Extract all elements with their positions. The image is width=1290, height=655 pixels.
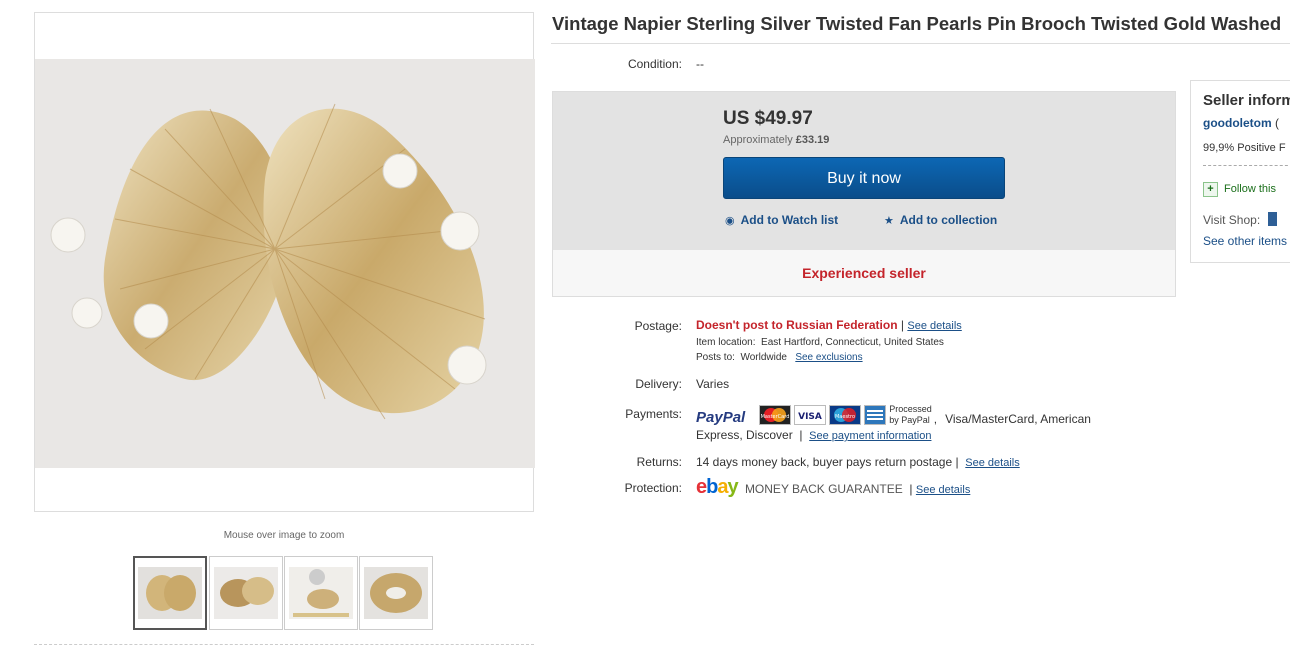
exclusions-link[interactable]: See exclusions xyxy=(795,352,862,363)
main-product-image[interactable] xyxy=(35,59,535,468)
see-other-items-link[interactable]: See other items xyxy=(1203,234,1287,248)
processed-line1: Processed xyxy=(889,403,932,414)
item-location-label: Item location: xyxy=(696,337,756,348)
seller-feedback: 99,9% Positive F xyxy=(1203,142,1286,154)
separator: | xyxy=(900,318,905,332)
plus-icon: + xyxy=(1203,182,1218,197)
ebay-y: y xyxy=(727,476,738,498)
posts-to-value: Worldwide xyxy=(740,352,787,363)
divider xyxy=(551,43,1290,44)
add-to-collection-link[interactable]: ★ Add to collection xyxy=(884,213,997,227)
follow-label: Follow this xyxy=(1224,183,1276,195)
payment-methods-line2: Express, Discover xyxy=(696,428,793,442)
payment-methods-line1: Visa/MasterCard, American xyxy=(945,411,1091,426)
money-back-guarantee: MONEY BACK GUARANTEE xyxy=(744,482,903,496)
postage-value: Doesn't post to Russian Federation xyxy=(696,318,898,332)
item-title: Vintage Napier Sterling Silver Twisted F… xyxy=(552,13,1282,34)
add-to-watch-list-link[interactable]: ◉ Add to Watch list xyxy=(725,213,838,227)
condition-value: -- xyxy=(696,57,704,71)
visa-icon: VISA xyxy=(794,404,827,425)
thumbnail-2[interactable] xyxy=(209,556,283,630)
seller-heading: Seller inform xyxy=(1203,92,1290,109)
experienced-seller-banner: Experienced seller xyxy=(552,250,1176,297)
processed-by-paypal: Processed by PayPal xyxy=(889,404,932,426)
separator: | xyxy=(909,482,913,496)
returns-label: Returns: xyxy=(636,455,682,469)
watch-label: Add to Watch list xyxy=(740,213,839,227)
protection-row: ebay MONEY BACK GUARANTEE | See details xyxy=(696,476,970,499)
approx-prefix: Approximately xyxy=(723,134,793,146)
divider xyxy=(1203,165,1290,166)
star-icon: ★ xyxy=(884,215,894,227)
shop-icon xyxy=(1267,212,1277,226)
thumbnail-3[interactable] xyxy=(284,556,358,630)
item-location-row: Item location: East Hartford, Connecticu… xyxy=(696,337,944,348)
mastercard-icon: MasterCard xyxy=(759,404,792,425)
ebay-a: a xyxy=(717,476,728,498)
eye-icon: ◉ xyxy=(725,215,735,227)
processed-line2: by PayPal xyxy=(889,414,930,425)
postage-details-link[interactable]: See details xyxy=(907,320,961,332)
seller-paren: ( xyxy=(1275,116,1279,130)
buy-it-now-button[interactable]: Buy it now xyxy=(723,157,1005,199)
divider xyxy=(34,644,534,645)
delivery-label: Delivery: xyxy=(635,377,682,391)
separator: | xyxy=(955,455,959,469)
amex-icon xyxy=(864,404,887,425)
posts-to-row: Posts to: Worldwide See exclusions xyxy=(696,352,863,363)
posts-to-label: Posts to: xyxy=(696,352,735,363)
brooch-photo xyxy=(35,59,535,468)
postage-label: Postage: xyxy=(634,319,682,333)
payments-row: PayPal MasterCard VISA Maestro Processed… xyxy=(696,403,1136,443)
thumbnail-1[interactable] xyxy=(133,556,207,630)
ebay-logo: ebay xyxy=(696,476,739,498)
postage-row: Doesn't post to Russian Federation | See… xyxy=(696,318,962,332)
visa-text: VISA xyxy=(798,412,822,422)
collection-label: Add to collection xyxy=(899,213,998,227)
maestro-icon: Maestro xyxy=(829,404,862,425)
approx-value: £33.19 xyxy=(795,134,830,146)
visit-shop-label: Visit Shop: xyxy=(1203,213,1261,227)
approx-price: Approximately £33.19 xyxy=(723,134,829,146)
paypal-logo: PayPal xyxy=(696,409,746,426)
follow-seller-link[interactable]: + Follow this xyxy=(1203,182,1276,197)
delivery-value: Varies xyxy=(696,377,730,391)
mastercard-text: MasterCard xyxy=(761,414,790,420)
condition-label: Condition: xyxy=(627,57,682,71)
protection-label: Protection: xyxy=(624,481,682,495)
returns-row: 14 days money back, buyer pays return po… xyxy=(696,455,1020,469)
visit-shop[interactable]: Visit Shop: xyxy=(1203,212,1277,227)
seller-name-link[interactable]: goodoletom ( xyxy=(1203,116,1279,130)
item-location: East Hartford, Connecticut, United State… xyxy=(761,337,944,348)
comma: , xyxy=(933,411,938,426)
payments-label: Payments: xyxy=(625,407,682,421)
seller-info-panel: Seller inform goodoletom ( 99,9% Positiv… xyxy=(1190,80,1290,263)
ebay-b: b xyxy=(706,476,718,498)
protection-details-link[interactable]: See details xyxy=(916,484,970,496)
experienced-seller-text: Experienced seller xyxy=(802,265,926,281)
returns-value: 14 days money back, buyer pays return po… xyxy=(696,455,953,469)
returns-details-link[interactable]: See details xyxy=(965,457,1019,469)
maestro-text: Maestro xyxy=(835,414,855,420)
thumbnail-4[interactable] xyxy=(359,556,433,630)
price: US $49.97 xyxy=(723,108,813,129)
ebay-e: e xyxy=(696,476,707,498)
separator: | xyxy=(799,428,803,442)
zoom-hint: Mouse over image to zoom xyxy=(223,530,345,541)
seller-name: goodoletom xyxy=(1203,116,1272,130)
payment-info-link[interactable]: See payment information xyxy=(809,430,931,442)
